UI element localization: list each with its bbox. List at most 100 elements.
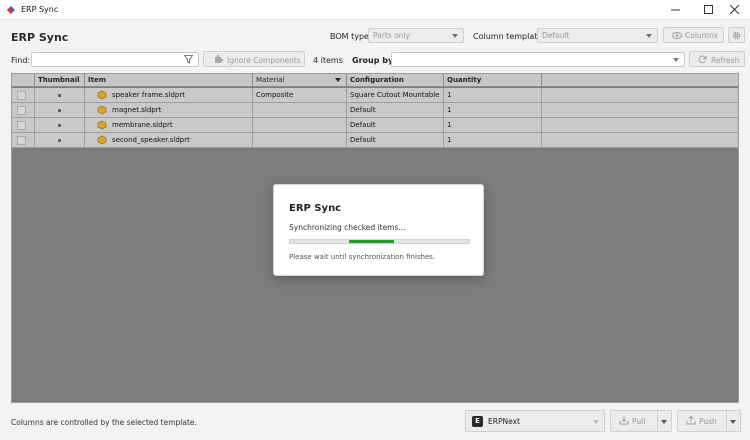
table-row[interactable]: speaker frame.sldprt Composite Square Cu… bbox=[12, 88, 738, 103]
item-name: membrane.sldprt bbox=[112, 121, 173, 129]
table-row[interactable]: membrane.sldprt Default 1 bbox=[12, 118, 738, 133]
column-template-value: Default bbox=[542, 31, 570, 40]
material-cell: Composite bbox=[253, 88, 347, 103]
push-dropdown-button[interactable] bbox=[725, 411, 740, 431]
close-icon bbox=[729, 4, 739, 15]
bom-type-label: BOM type: bbox=[330, 32, 372, 41]
material-cell bbox=[253, 118, 347, 133]
push-split-button: Push bbox=[677, 410, 741, 432]
configuration-cell: Default bbox=[347, 103, 444, 118]
pull-icon bbox=[619, 416, 629, 425]
gear-icon bbox=[732, 31, 741, 40]
column-header-check bbox=[12, 74, 35, 87]
eye-icon bbox=[672, 32, 682, 39]
row-checkbox-cell bbox=[12, 103, 35, 118]
item-cell: membrane.sldprt bbox=[85, 118, 253, 133]
row-checkbox[interactable] bbox=[17, 91, 26, 100]
erp-system-name: ERPNext bbox=[488, 417, 520, 426]
erp-sync-app-icon bbox=[7, 6, 15, 14]
header-bar: ERP Sync BOM type: Parts only Column tem… bbox=[0, 21, 750, 51]
refresh-button-label: Refresh bbox=[711, 56, 740, 65]
column-template-select[interactable]: Default bbox=[537, 28, 658, 43]
item-name: second_speaker.sldprt bbox=[112, 136, 190, 144]
item-cell: second_speaker.sldprt bbox=[85, 133, 253, 148]
push-icon bbox=[686, 415, 696, 425]
pull-dropdown-button[interactable] bbox=[656, 411, 671, 431]
ignore-components-label: Ignore Components bbox=[227, 56, 301, 65]
ignore-components-button[interactable]: Ignore Components bbox=[203, 51, 305, 67]
configuration-cell: Default bbox=[347, 133, 444, 148]
minimize-button[interactable] bbox=[659, 0, 691, 20]
row-checkbox-cell bbox=[12, 133, 35, 148]
sort-arrow-icon bbox=[335, 78, 341, 82]
dialog-message: Synchronizing checked items... bbox=[289, 223, 406, 232]
part-icon bbox=[97, 90, 107, 100]
table-row[interactable]: magnet.sldprt Default 1 bbox=[12, 103, 738, 118]
bom-type-select[interactable]: Parts only bbox=[368, 28, 464, 43]
erpnext-logo: E bbox=[472, 416, 483, 427]
progress-bar-fill bbox=[349, 240, 394, 243]
thumbnail-icon bbox=[58, 94, 61, 97]
settings-button[interactable] bbox=[728, 27, 745, 43]
filter-icon[interactable] bbox=[184, 55, 193, 64]
sync-progress-dialog: ERP Sync Synchronizing checked items... … bbox=[273, 184, 484, 276]
maximize-icon bbox=[703, 5, 713, 14]
bom-type-value: Parts only bbox=[373, 31, 410, 40]
row-checkbox[interactable] bbox=[17, 106, 26, 115]
footer-bar: Columns are controlled by the selected t… bbox=[0, 405, 750, 440]
item-count: 4 items bbox=[313, 56, 343, 65]
minimize-icon bbox=[670, 9, 680, 11]
column-header-thumbnail[interactable]: Thumbnail bbox=[35, 74, 85, 87]
push-button-label: Push bbox=[699, 417, 717, 426]
column-header-quantity[interactable]: Quantity bbox=[444, 74, 542, 87]
columns-button[interactable]: Columns bbox=[663, 27, 724, 43]
item-name: speaker frame.sldprt bbox=[112, 91, 185, 99]
row-checkbox[interactable] bbox=[17, 136, 26, 145]
window-title: ERP Sync bbox=[21, 5, 59, 14]
table-row[interactable]: second_speaker.sldprt Default 1 bbox=[12, 133, 738, 148]
chevron-down-icon bbox=[593, 420, 599, 424]
find-bar: Find: Ignore Components 4 items Group by… bbox=[0, 51, 750, 71]
column-header-configuration[interactable]: Configuration bbox=[347, 74, 444, 87]
columns-button-label: Columns bbox=[685, 31, 718, 40]
app-title: ERP Sync bbox=[11, 31, 69, 44]
column-template-label: Column template: bbox=[473, 32, 545, 41]
refresh-icon bbox=[698, 55, 707, 64]
thumbnail-icon bbox=[58, 109, 61, 112]
thumbnail-icon bbox=[58, 139, 61, 142]
close-button[interactable] bbox=[718, 0, 750, 20]
chevron-down-icon bbox=[646, 34, 652, 38]
group-by-label: Group by: bbox=[352, 56, 397, 65]
pull-button[interactable]: Pull bbox=[611, 411, 658, 431]
configuration-cell: Square Cutout Mountable bbox=[347, 88, 444, 103]
row-checkbox[interactable] bbox=[17, 121, 26, 130]
part-icon bbox=[97, 105, 107, 115]
group-by-select[interactable] bbox=[391, 52, 685, 67]
title-bar: ERP Sync bbox=[0, 0, 750, 20]
push-button[interactable]: Push bbox=[678, 411, 727, 431]
table-header: Thumbnail Item Material Configuration Qu… bbox=[12, 74, 738, 87]
quantity-cell: 1 bbox=[444, 103, 542, 118]
erp-system-select[interactable]: E ERPNext bbox=[465, 410, 605, 432]
chevron-down-icon bbox=[661, 420, 667, 424]
part-icon bbox=[97, 135, 107, 145]
thumbnail-cell bbox=[35, 88, 85, 103]
quantity-cell: 1 bbox=[444, 133, 542, 148]
quantity-cell: 1 bbox=[444, 118, 542, 133]
column-header-item[interactable]: Item bbox=[85, 74, 253, 87]
find-input[interactable] bbox=[31, 52, 199, 67]
row-checkbox-cell bbox=[12, 88, 35, 103]
thumbnail-cell bbox=[35, 118, 85, 133]
item-name: magnet.sldprt bbox=[112, 106, 162, 114]
column-header-material-label: Material bbox=[256, 76, 285, 84]
thumbnail-cell bbox=[35, 133, 85, 148]
item-cell: magnet.sldprt bbox=[85, 103, 253, 118]
pull-split-button: Pull bbox=[610, 410, 672, 432]
material-cell bbox=[253, 103, 347, 118]
column-header-material[interactable]: Material bbox=[253, 74, 347, 87]
chevron-down-icon bbox=[673, 58, 679, 62]
refresh-button[interactable]: Refresh bbox=[689, 51, 745, 67]
pull-button-label: Pull bbox=[632, 417, 646, 426]
dialog-title: ERP Sync bbox=[289, 203, 342, 214]
progress-bar bbox=[289, 239, 470, 244]
